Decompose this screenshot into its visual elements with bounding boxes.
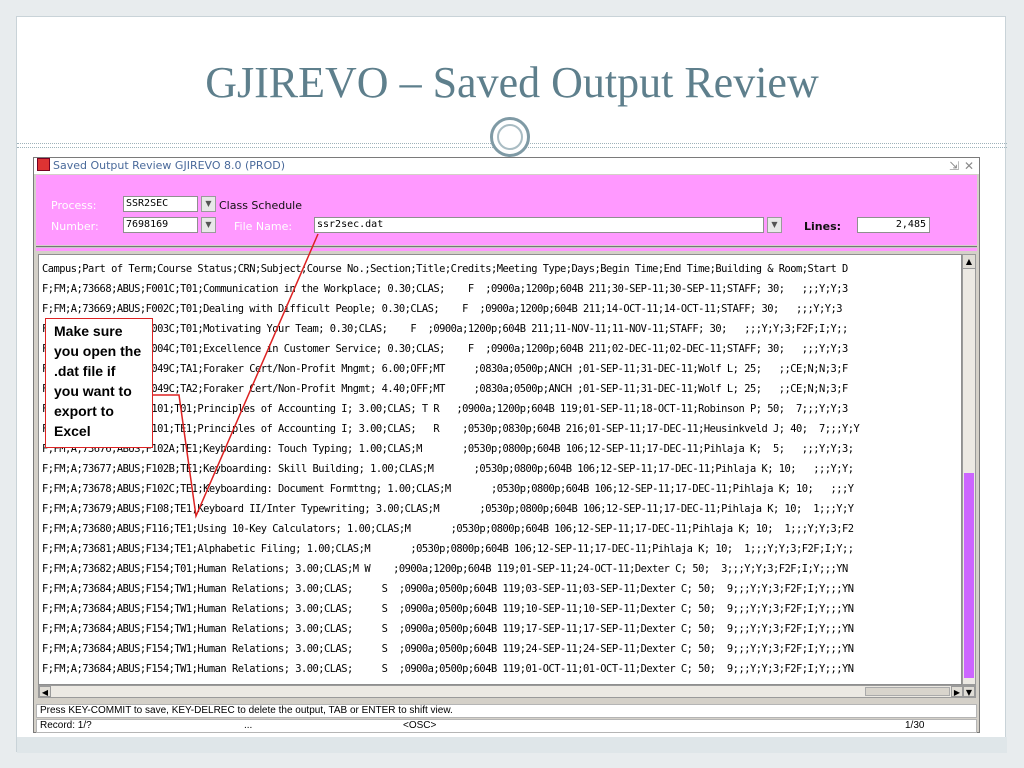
callout-line: you open the	[54, 343, 142, 359]
output-line: F;FM;A;73671;ABUS;F004C;T01;Excellence i…	[42, 343, 848, 355]
scroll-left-icon[interactable]: ◀	[39, 686, 51, 697]
output-line: F;FM;A;73680;ABUS;F116;TE1;Using 10-Key …	[42, 523, 854, 535]
output-line: F;FM;A;73684;ABUS;F154;TW1;Human Relatio…	[42, 663, 854, 675]
output-line: F;FM;A;73677;ABUS;F102B;TE1;Keyboarding:…	[42, 463, 854, 475]
output-line: F;FM;A;73684;ABUS;F154;TW1;Human Relatio…	[42, 603, 854, 615]
output-line: F;FM;A;73681;ABUS;F134;TE1;Alphabetic Fi…	[42, 543, 854, 555]
output-line: F;FM;A;73678;ABUS;F102C;TE1;Keyboarding:…	[42, 483, 854, 495]
window-titlebar[interactable]: Saved Output Review GJIREVO 8.0 (PROD) ⇲…	[34, 158, 979, 174]
scroll-down-icon[interactable]: ▼	[963, 686, 975, 697]
process-dropdown-button[interactable]: ▼	[201, 196, 216, 212]
circle-ornament-icon	[490, 117, 530, 157]
record-indicator: Record: 1/?	[40, 720, 92, 731]
vertical-scroll-thumb[interactable]	[964, 473, 974, 678]
process-label: Process:	[51, 199, 97, 212]
callout-line: you want to	[54, 383, 132, 399]
file-name-label: File Name:	[234, 220, 293, 233]
file-name-input[interactable]: ssr2sec.dat	[314, 217, 764, 233]
lines-label: Lines:	[804, 220, 842, 233]
output-line: F;FM;A;73673;ABUS;F049C;TA2;Foraker Cert…	[42, 383, 848, 395]
lines-value: 2,485	[857, 217, 930, 233]
output-text-area[interactable]: Campus;Part of Term;Course Status;CRN;Su…	[38, 254, 962, 685]
window-title: Saved Output Review GJIREVO 8.0 (PROD)	[53, 159, 285, 172]
output-line: F;FM;A;73669;ABUS;F002C;T01;Dealing with…	[42, 303, 843, 315]
status-ellipsis: ...	[244, 720, 253, 731]
process-description: Class Schedule	[219, 199, 302, 212]
output-line: F;FM;A;73670;ABUS;F003C;T01;Motivating Y…	[42, 323, 848, 335]
callout-line: Make sure	[54, 323, 123, 339]
block-separator	[36, 246, 977, 251]
output-line: F;FM;A;73684;ABUS;F154;TW1;Human Relatio…	[42, 643, 854, 655]
output-line: F;FM;A;73684;ABUS;F154;TW1;Human Relatio…	[42, 623, 854, 635]
output-line: F;FM;A;73682;ABUS;F154;T01;Human Relatio…	[42, 563, 848, 575]
scroll-up-icon[interactable]: ▲	[963, 255, 975, 269]
output-line: Campus;Part of Term;Course Status;CRN;Su…	[42, 263, 848, 275]
slide-title: GJIREVO – Saved Output Review	[205, 58, 819, 107]
page-indicator: 1/30	[905, 720, 925, 731]
callout-line: export to	[54, 403, 114, 419]
hint-line: Press KEY-COMMIT to save, KEY-DELREC to …	[36, 704, 977, 718]
banner-window: Saved Output Review GJIREVO 8.0 (PROD) ⇲…	[33, 157, 980, 733]
callout-line: .dat file if	[54, 363, 116, 379]
callout-line: Excel	[54, 423, 91, 439]
status-line: Record: 1/? ... <OSC> 1/30	[36, 719, 977, 733]
vertical-scrollbar[interactable]: ▲	[962, 254, 976, 685]
restore-icon[interactable]: ⇲	[949, 158, 959, 174]
number-label: Number:	[51, 220, 99, 233]
hint-text: Press KEY-COMMIT to save, KEY-DELREC to …	[40, 705, 453, 716]
app-icon	[37, 158, 50, 171]
process-input[interactable]: SSR2SEC	[123, 196, 198, 212]
output-line: F;FM;A;73675;ABUS;F101;TE1;Principles of…	[42, 423, 860, 435]
callout-note: Make sure you open the .dat file if you …	[45, 318, 153, 448]
output-line: F;FM;A;73668;ABUS;F001C;T01;Communicatio…	[42, 283, 848, 295]
number-dropdown-button[interactable]: ▼	[201, 217, 216, 233]
slide-footer-band	[17, 737, 1007, 753]
horizontal-scroll-thumb[interactable]	[865, 687, 950, 696]
output-line: F;FM;A;73684;ABUS;F154;TW1;Human Relatio…	[42, 583, 854, 595]
output-line: F;FM;A;73674;ABUS;F101;T01;Principles of…	[42, 403, 848, 415]
output-line: F;FM;A;73679;ABUS;F108;TE1;Keyboard II/I…	[42, 503, 854, 515]
file-name-dropdown-button[interactable]: ▼	[767, 217, 782, 233]
number-input[interactable]: 7698169	[123, 217, 198, 233]
horizontal-scrollbar[interactable]: ◀ ▶ ▼	[38, 685, 976, 698]
key-block: Process: SSR2SEC ▼ Class Schedule Number…	[36, 175, 977, 245]
output-line: F;FM;A;73672;ABUS;F049C;TA1;Foraker Cert…	[42, 363, 848, 375]
osc-indicator: <OSC>	[403, 720, 437, 731]
close-icon[interactable]: ✕	[964, 158, 974, 174]
scroll-right-icon[interactable]: ▶	[951, 686, 963, 697]
output-line: F;FM;A;73676;ABUS;F102A;TE1;Keyboarding:…	[42, 443, 854, 455]
